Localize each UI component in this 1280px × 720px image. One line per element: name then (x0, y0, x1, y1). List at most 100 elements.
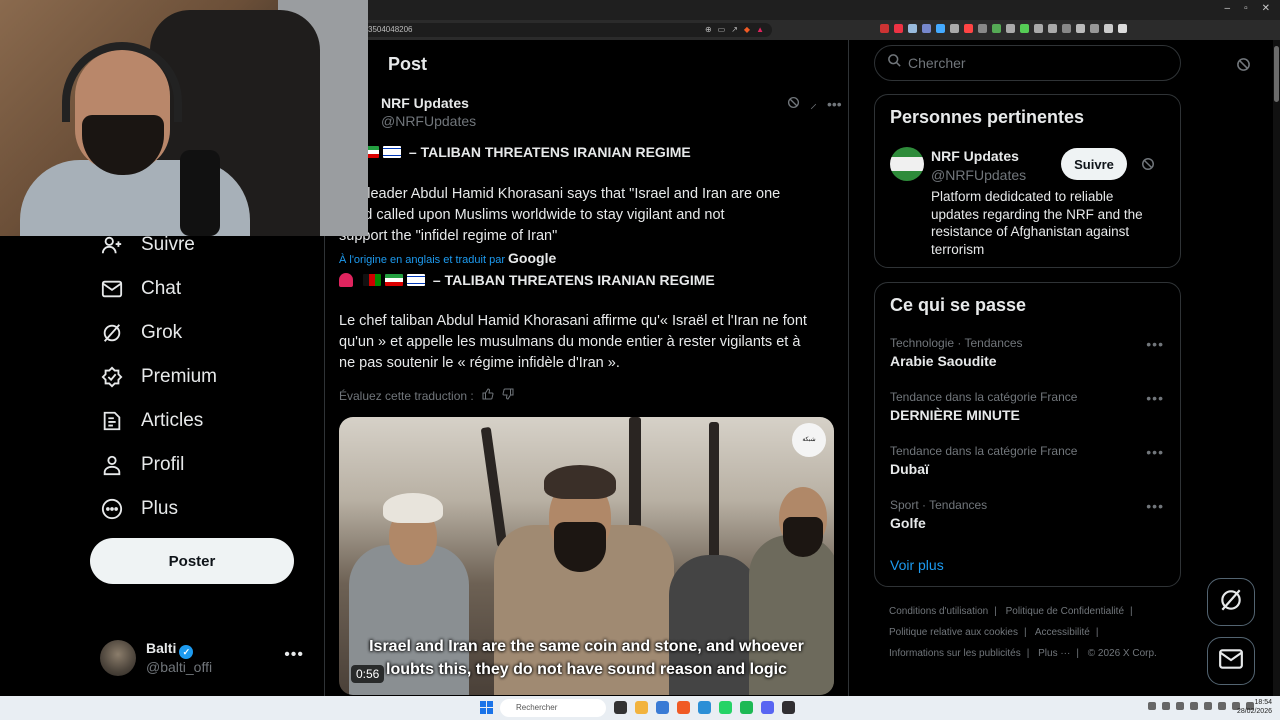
thumbs-down-icon[interactable] (502, 388, 514, 403)
avatar (100, 640, 136, 676)
extension-icon[interactable] (880, 24, 889, 33)
windows-start-icon[interactable] (480, 701, 493, 714)
clock[interactable]: 18:54 28/02/2026 (1237, 698, 1272, 716)
obs-icon[interactable] (782, 701, 795, 714)
grok-floating-button[interactable] (1207, 578, 1255, 626)
rewards-icon[interactable]: ▲ (756, 25, 764, 34)
edge-icon[interactable] (698, 701, 711, 714)
footer-link[interactable]: Politique relative aux cookies (889, 627, 1018, 638)
extension-icon[interactable] (1118, 24, 1127, 33)
extension-icon[interactable] (1020, 24, 1029, 33)
extension-icon[interactable] (1034, 24, 1043, 33)
trend-name: Golfe (890, 515, 926, 531)
thumbs-up-icon[interactable] (482, 388, 494, 403)
translation-attribution: À l'origine en anglais et traduit par Go… (339, 250, 556, 266)
tray-icon[interactable] (1190, 702, 1198, 710)
brave-icon[interactable] (677, 701, 690, 714)
trend-more-icon[interactable]: ••• (1146, 444, 1164, 460)
trend-item[interactable]: Tendance dans la catégorie France DERNIÈ… (890, 390, 1170, 423)
see-more-link[interactable]: Voir plus (890, 557, 944, 573)
post-author-name[interactable]: NRF Updates (381, 95, 469, 111)
tray-icon[interactable] (1204, 702, 1212, 710)
tray-icon[interactable] (1162, 702, 1170, 710)
trend-item[interactable]: Tendance dans la catégorie France Dubaï … (890, 444, 1170, 477)
extension-icon[interactable] (1076, 24, 1085, 33)
account-more-icon[interactable]: ••• (284, 646, 304, 664)
extension-icon[interactable] (908, 24, 917, 33)
video-player[interactable]: شبكة Israel and Iran are the same coin a… (339, 417, 834, 695)
extension-icon[interactable] (936, 24, 945, 33)
avatar[interactable] (890, 147, 924, 181)
tray-icon[interactable] (1148, 702, 1156, 710)
search-bar[interactable] (874, 45, 1181, 81)
scrollbar-thumb[interactable] (1274, 46, 1279, 102)
more-options-icon[interactable]: ••• (827, 96, 842, 112)
address-bar[interactable]: 3504048206 ⊕ ▭ ↗ ◆ ▲ (360, 23, 772, 37)
footer-links-row: Conditions d'utilisation | Politique de C… (889, 606, 1133, 617)
extension-icon[interactable] (1062, 24, 1071, 33)
extension-icon[interactable] (992, 24, 1001, 33)
whatsapp-icon[interactable] (719, 701, 732, 714)
sidebar-item-profil[interactable]: Profil (100, 451, 184, 479)
discord-icon[interactable] (761, 701, 774, 714)
extension-icon[interactable] (964, 24, 973, 33)
trend-more-icon[interactable]: ••• (1146, 498, 1164, 514)
sidebar-item-plus[interactable]: Plus (100, 495, 178, 523)
relevant-user-handle[interactable]: @NRFUpdates (931, 167, 1026, 183)
tray-icon[interactable] (1218, 702, 1226, 710)
scrollbar[interactable] (1273, 40, 1280, 696)
store-icon[interactable] (656, 701, 669, 714)
sidebar-item-premium[interactable]: Premium (100, 363, 217, 391)
account-switcher[interactable]: Balti ✓ @balti_offi ••• (100, 638, 314, 678)
translated-headline: – TALIBAN THREATENS IRANIAN REGIME (339, 270, 835, 291)
extension-icon[interactable] (978, 24, 987, 33)
video-scene-beard (554, 522, 606, 572)
extension-icon[interactable] (1048, 24, 1057, 33)
search-input[interactable] (908, 55, 1158, 71)
follow-button[interactable]: Suivre (1061, 148, 1127, 180)
extension-icon[interactable] (1104, 24, 1113, 33)
spotify-icon[interactable] (740, 701, 753, 714)
trend-more-icon[interactable]: ••• (1146, 336, 1164, 352)
zoom-icon[interactable]: ⊕ (705, 25, 712, 34)
translation-note[interactable]: À l'origine en anglais et traduit par (339, 254, 505, 266)
tray-icon[interactable] (1176, 702, 1184, 710)
footer-link[interactable]: Accessibilité (1035, 627, 1090, 638)
sidebar-item-chat[interactable]: Chat (100, 275, 181, 303)
extension-icon[interactable] (1006, 24, 1015, 33)
extension-icon[interactable] (894, 24, 903, 33)
install-icon[interactable]: ▭ (718, 25, 726, 34)
extension-icon[interactable] (950, 24, 959, 33)
post-button[interactable]: Poster (90, 538, 294, 584)
share-icon[interactable]: ↗ (731, 25, 738, 34)
messages-floating-button[interactable] (1207, 637, 1255, 685)
trend-category: Tendance dans la catégorie France (890, 390, 1078, 404)
task-view-icon[interactable] (614, 701, 627, 714)
relevant-user-name[interactable]: NRF Updates (931, 148, 1019, 164)
file-explorer-icon[interactable] (635, 701, 648, 714)
taskbar-search[interactable]: Rechercher (500, 699, 606, 717)
brave-shield-icon[interactable]: ◆ (744, 25, 750, 34)
block-icon[interactable] (787, 96, 800, 112)
block-icon[interactable] (1236, 57, 1251, 77)
extension-icon[interactable] (1090, 24, 1099, 33)
footer-link[interactable]: Politique de Confidentialité (1006, 606, 1124, 617)
extension-icon[interactable] (922, 24, 931, 33)
maximize-button[interactable]: ▫ (1244, 3, 1248, 14)
footer-link[interactable]: Plus ··· (1038, 648, 1070, 659)
footer-link[interactable]: Conditions d'utilisation (889, 606, 988, 617)
sidebar-item-articles[interactable]: Articles (100, 407, 203, 435)
trend-category: Sport · Tendances (890, 498, 988, 512)
minimize-button[interactable]: – (1225, 3, 1231, 14)
post-author-handle[interactable]: @NRFUpdates (381, 113, 476, 129)
translated-headline-text: – TALIBAN THREATENS IRANIAN REGIME (432, 272, 715, 288)
block-icon[interactable] (1141, 157, 1155, 176)
grok-explain-icon[interactable]: ⸝ (810, 94, 817, 113)
sidebar-item-grok[interactable]: Grok (100, 319, 182, 347)
taskbar-search-label: Rechercher (516, 703, 558, 712)
footer-link[interactable]: Informations sur les publicités (889, 648, 1021, 659)
trend-more-icon[interactable]: ••• (1146, 390, 1164, 406)
close-button[interactable]: ✕ (1262, 3, 1270, 14)
trend-item[interactable]: Sport · Tendances Golfe ••• (890, 498, 1170, 531)
trend-item[interactable]: Technologie · Tendances Arabie Saoudite … (890, 336, 1170, 369)
